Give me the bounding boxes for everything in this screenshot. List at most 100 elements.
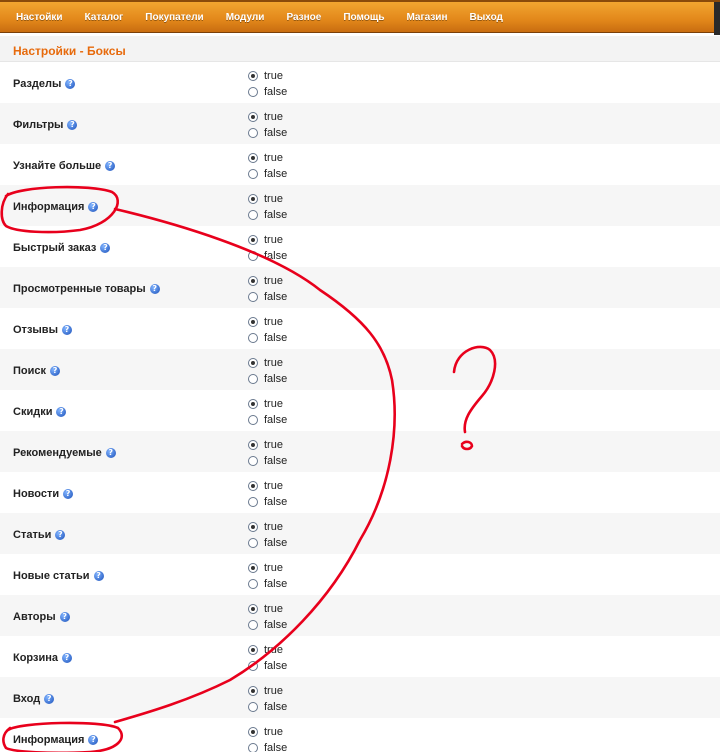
radio-false[interactable] xyxy=(248,661,258,671)
radio-false[interactable] xyxy=(248,702,258,712)
option-false[interactable]: false xyxy=(248,86,287,98)
option-true-label: true xyxy=(264,439,283,451)
radio-true[interactable] xyxy=(248,194,258,204)
help-icon[interactable]: ? xyxy=(93,571,104,581)
radio-true[interactable] xyxy=(248,112,258,122)
option-true[interactable]: true xyxy=(248,234,283,246)
option-true[interactable]: true xyxy=(248,316,283,328)
option-false[interactable]: false xyxy=(248,701,287,713)
menu-item-misc[interactable]: Разное xyxy=(286,12,321,23)
help-icon[interactable]: ? xyxy=(67,120,78,130)
radio-false[interactable] xyxy=(248,374,258,384)
menu-item-logout[interactable]: Выход xyxy=(470,12,503,23)
radio-true[interactable] xyxy=(248,71,258,81)
radio-false[interactable] xyxy=(248,497,258,507)
help-icon[interactable]: ? xyxy=(149,284,160,294)
help-icon[interactable]: ? xyxy=(44,694,55,704)
radio-false[interactable] xyxy=(248,292,258,302)
menu-item-customers[interactable]: Покупатели xyxy=(145,12,203,23)
help-icon[interactable]: ? xyxy=(61,325,72,335)
radio-false[interactable] xyxy=(248,538,258,548)
help-icon[interactable]: ? xyxy=(62,653,72,663)
menu-item-settings[interactable]: Настойки xyxy=(16,12,63,23)
radio-true[interactable] xyxy=(248,686,258,696)
radio-true[interactable] xyxy=(248,645,258,655)
radio-true[interactable] xyxy=(248,399,258,409)
option-true[interactable]: true xyxy=(248,111,283,123)
option-true[interactable]: true xyxy=(248,439,283,451)
help-icon[interactable]: ? xyxy=(56,407,67,417)
radio-true[interactable] xyxy=(248,276,258,286)
radio-true[interactable] xyxy=(248,153,258,163)
option-false[interactable]: false xyxy=(248,250,287,262)
radio-true[interactable] xyxy=(248,727,258,737)
setting-row: Скидки? true false xyxy=(0,390,720,431)
help-icon[interactable]: ? xyxy=(63,489,74,499)
option-true-label: true xyxy=(264,234,283,246)
radio-false[interactable] xyxy=(248,333,258,343)
option-false-label: false xyxy=(264,86,288,98)
radio-true[interactable] xyxy=(248,604,258,614)
option-false[interactable]: false xyxy=(248,660,287,672)
radio-true[interactable] xyxy=(248,317,258,327)
option-false[interactable]: false xyxy=(248,291,287,303)
radio-false[interactable] xyxy=(248,87,258,97)
radio-true[interactable] xyxy=(248,481,258,491)
option-false[interactable]: false xyxy=(248,373,287,385)
menu-item-store[interactable]: Магазин xyxy=(406,12,447,23)
option-true[interactable]: true xyxy=(248,521,283,533)
help-icon[interactable]: ? xyxy=(88,202,99,212)
option-false[interactable]: false xyxy=(248,455,287,467)
option-true[interactable]: true xyxy=(248,152,283,164)
help-icon[interactable]: ? xyxy=(50,366,61,376)
radio-false[interactable] xyxy=(248,456,258,466)
option-true[interactable]: true xyxy=(248,398,283,410)
radio-false[interactable] xyxy=(248,579,258,589)
option-false[interactable]: false xyxy=(248,537,287,549)
option-false[interactable]: false xyxy=(248,496,287,508)
radio-false[interactable] xyxy=(248,251,258,261)
option-false[interactable]: false xyxy=(248,619,287,631)
radio-false[interactable] xyxy=(248,169,258,179)
option-false-label: false xyxy=(264,496,288,508)
radio-false[interactable] xyxy=(248,210,258,220)
help-icon[interactable]: ? xyxy=(65,79,76,89)
help-icon[interactable]: ? xyxy=(100,243,111,253)
radio-true[interactable] xyxy=(248,522,258,532)
option-false[interactable]: false xyxy=(248,332,287,344)
option-true-label: true xyxy=(264,152,283,164)
option-false[interactable]: false xyxy=(248,168,287,180)
option-true[interactable]: true xyxy=(248,726,283,738)
option-false[interactable]: false xyxy=(248,742,287,752)
radio-false[interactable] xyxy=(248,415,258,425)
option-true[interactable]: true xyxy=(248,480,283,492)
help-icon[interactable]: ? xyxy=(59,612,70,622)
option-true[interactable]: true xyxy=(248,193,283,205)
radio-true[interactable] xyxy=(248,235,258,245)
radio-false[interactable] xyxy=(248,620,258,630)
menu-item-modules[interactable]: Модули xyxy=(226,12,265,23)
option-true[interactable]: true xyxy=(248,685,283,697)
help-icon[interactable]: ? xyxy=(105,448,116,458)
menu-item-catalog[interactable]: Каталог xyxy=(85,12,124,23)
option-true[interactable]: true xyxy=(248,644,283,656)
option-false[interactable]: false xyxy=(248,414,287,426)
menu-item-help[interactable]: Помощь xyxy=(343,12,384,23)
help-icon[interactable]: ? xyxy=(105,161,116,171)
radio-true[interactable] xyxy=(248,440,258,450)
option-true[interactable]: true xyxy=(248,357,283,369)
radio-false[interactable] xyxy=(248,743,258,752)
option-true[interactable]: true xyxy=(248,275,283,287)
option-false[interactable]: false xyxy=(248,127,287,139)
option-true[interactable]: true xyxy=(248,562,283,574)
option-true[interactable]: true xyxy=(248,603,283,615)
help-icon[interactable]: ? xyxy=(55,530,66,540)
radio-true[interactable] xyxy=(248,563,258,573)
option-true-label: true xyxy=(264,398,283,410)
option-false[interactable]: false xyxy=(248,209,287,221)
option-true[interactable]: true xyxy=(248,70,283,82)
radio-false[interactable] xyxy=(248,128,258,138)
option-false[interactable]: false xyxy=(248,578,287,590)
radio-true[interactable] xyxy=(248,358,258,368)
help-icon[interactable]: ? xyxy=(88,735,99,745)
